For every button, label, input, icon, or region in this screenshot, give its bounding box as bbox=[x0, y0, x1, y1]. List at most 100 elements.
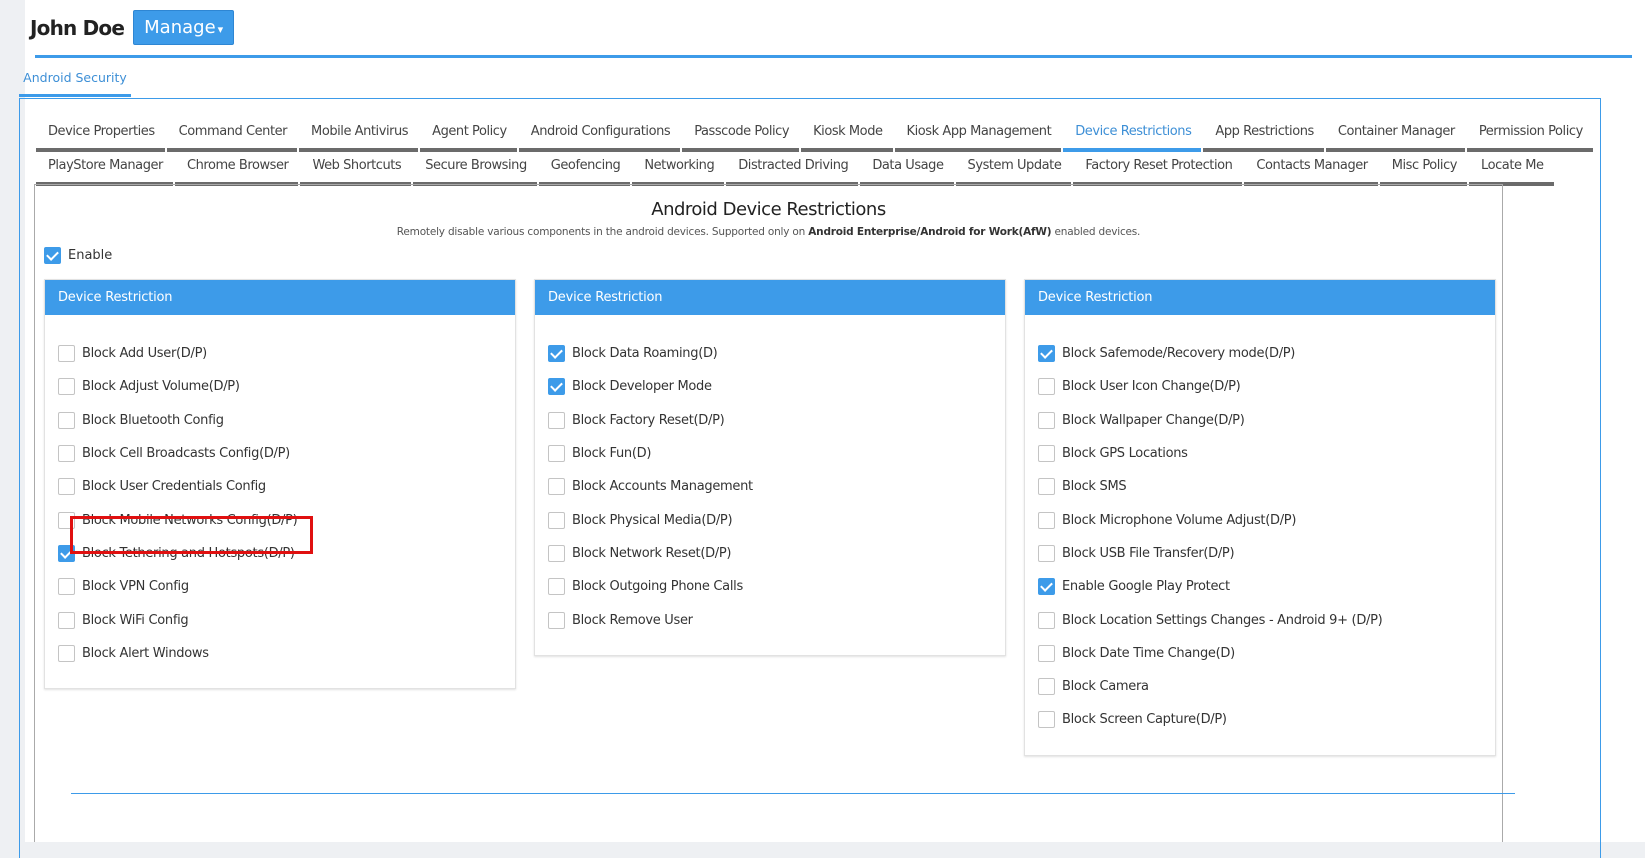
tab-geofencing[interactable]: Geofencing bbox=[538, 152, 631, 186]
checkbox-block-factory-reset-d-p[interactable] bbox=[548, 411, 565, 429]
item-label: Block Camera bbox=[1062, 679, 1149, 695]
checkbox-block-bluetooth-config[interactable] bbox=[58, 411, 75, 429]
restriction-item-block-microphone-volume-adjust-d-p: Block Microphone Volume Adjust(D/P) bbox=[1038, 503, 1495, 536]
checkbox-block-add-user-d-p[interactable] bbox=[58, 345, 75, 363]
tab-networking[interactable]: Networking bbox=[632, 152, 725, 186]
checkbox-block-alert-windows[interactable] bbox=[58, 644, 75, 662]
checkbox-block-adjust-volume-d-p[interactable] bbox=[58, 378, 75, 396]
caret-down-icon: ▾ bbox=[217, 23, 224, 36]
tab-chrome-browser[interactable]: Chrome Browser bbox=[174, 152, 299, 186]
checkbox-block-gps-locations[interactable] bbox=[1038, 445, 1055, 463]
panel-title: Device Restriction bbox=[535, 280, 1005, 315]
checkbox-block-camera[interactable] bbox=[1038, 678, 1055, 696]
tab-android-configurations[interactable]: Android Configurations bbox=[518, 118, 681, 152]
tab-system-update[interactable]: System Update bbox=[955, 152, 1072, 186]
checkbox-block-microphone-volume-adjust-d-p[interactable] bbox=[1038, 511, 1055, 529]
tab-agent-policy[interactable]: Agent Policy bbox=[420, 118, 517, 152]
tab-contacts-manager[interactable]: Contacts Manager bbox=[1244, 152, 1378, 186]
item-label: Block Screen Capture(D/P) bbox=[1062, 712, 1227, 728]
checkbox-block-data-roaming-d[interactable] bbox=[548, 345, 565, 363]
tab-web-shortcuts[interactable]: Web Shortcuts bbox=[300, 152, 412, 186]
tab-secure-browsing[interactable]: Secure Browsing bbox=[413, 152, 537, 186]
item-label: Enable Google Play Protect bbox=[1062, 579, 1230, 595]
item-label: Block User Credentials Config bbox=[82, 479, 266, 495]
restriction-item-block-screen-capture-d-p: Block Screen Capture(D/P) bbox=[1038, 703, 1495, 736]
item-label: Block Network Reset(D/P) bbox=[572, 545, 732, 561]
restriction-item-block-usb-file-transfer-d-p: Block USB File Transfer(D/P) bbox=[1038, 537, 1495, 570]
tab-misc-policy[interactable]: Misc Policy bbox=[1379, 152, 1468, 186]
restriction-item-block-alert-windows: Block Alert Windows bbox=[58, 637, 515, 670]
restriction-item-block-network-reset-d-p: Block Network Reset(D/P) bbox=[548, 537, 1005, 570]
checkbox-block-fun-d[interactable] bbox=[548, 445, 565, 463]
item-label: Block SMS bbox=[1062, 479, 1127, 495]
checkbox-block-safemode-recovery-mode-d-p[interactable] bbox=[1038, 345, 1055, 363]
restriction-item-block-sms: Block SMS bbox=[1038, 470, 1495, 503]
tab-distracted-driving[interactable]: Distracted Driving bbox=[726, 152, 859, 186]
tab-factory-reset-protection[interactable]: Factory Reset Protection bbox=[1073, 152, 1243, 186]
checkbox-block-usb-file-transfer-d-p[interactable] bbox=[1038, 544, 1055, 562]
panel-body: Block Add User(D/P) Block Adjust Volume(D… bbox=[45, 315, 515, 688]
checkbox-block-user-credentials-config[interactable] bbox=[58, 478, 75, 496]
checkbox-block-date-time-change-d[interactable] bbox=[1038, 644, 1055, 662]
item-label: Block GPS Locations bbox=[1062, 446, 1188, 462]
page-description: Remotely disable various components in t… bbox=[35, 226, 1502, 238]
checkbox-block-outgoing-phone-calls[interactable] bbox=[548, 578, 565, 596]
checkbox-block-network-reset-d-p[interactable] bbox=[548, 544, 565, 562]
item-label: Block Safemode/Recovery mode(D/P) bbox=[1062, 346, 1296, 362]
panel-title: Device Restriction bbox=[45, 280, 515, 315]
restriction-panel-1: Device Restriction Block Add User(D/P) Blo… bbox=[44, 279, 516, 689]
restriction-item-block-safemode-recovery-mode-d-p: Block Safemode/Recovery mode(D/P) bbox=[1038, 337, 1495, 370]
tab-passcode-policy[interactable]: Passcode Policy bbox=[682, 118, 800, 152]
checkbox-block-user-icon-change-d-p[interactable] bbox=[1038, 378, 1055, 396]
tab-kiosk-app-management[interactable]: Kiosk App Management bbox=[894, 118, 1062, 152]
item-label: Block Date Time Change(D) bbox=[1062, 645, 1235, 661]
item-label: Block User Icon Change(D/P) bbox=[1062, 379, 1241, 395]
checkbox-block-wallpaper-change-d-p[interactable] bbox=[1038, 411, 1055, 429]
checkbox-block-wifi-config[interactable] bbox=[58, 611, 75, 629]
restriction-item-block-vpn-config: Block VPN Config bbox=[58, 570, 515, 603]
tab-android-security[interactable]: Android Security bbox=[19, 65, 131, 97]
tab-permission-policy[interactable]: Permission Policy bbox=[1466, 118, 1593, 152]
checkbox-block-physical-media-d-p[interactable] bbox=[548, 511, 565, 529]
tab-kiosk-mode[interactable]: Kiosk Mode bbox=[801, 118, 893, 152]
tab-command-center[interactable]: Command Center bbox=[166, 118, 298, 152]
checkbox-block-screen-capture-d-p[interactable] bbox=[1038, 711, 1055, 729]
content-area: Android Device Restrictions Remotely dis… bbox=[34, 184, 1503, 842]
checkbox-block-tethering-and-hotspots-d-p[interactable] bbox=[58, 544, 75, 562]
item-label: Block Location Settings Changes - Androi… bbox=[1062, 612, 1383, 628]
tab-device-properties[interactable]: Device Properties bbox=[36, 118, 165, 152]
tab-locate-me[interactable]: Locate Me bbox=[1469, 152, 1554, 186]
checkbox-block-remove-user[interactable] bbox=[548, 611, 565, 629]
item-label: Block Factory Reset(D/P) bbox=[572, 412, 725, 428]
description-bold: Android Enterprise/Android for Work(AfW) bbox=[808, 226, 1052, 238]
restriction-item-block-add-user-d-p: Block Add User(D/P) bbox=[58, 337, 515, 370]
restriction-item-block-date-time-change-d: Block Date Time Change(D) bbox=[1038, 637, 1495, 670]
tab-container-manager[interactable]: Container Manager bbox=[1325, 118, 1465, 152]
item-label: Block Outgoing Phone Calls bbox=[572, 579, 743, 595]
restriction-item-block-outgoing-phone-calls: Block Outgoing Phone Calls bbox=[548, 570, 1005, 603]
item-label: Block Developer Mode bbox=[572, 379, 712, 395]
checkbox-block-developer-mode[interactable] bbox=[548, 378, 565, 396]
manage-button[interactable]: Manage ▾ bbox=[133, 10, 235, 45]
checkbox-block-sms[interactable] bbox=[1038, 478, 1055, 496]
checkbox-block-accounts-management[interactable] bbox=[548, 478, 565, 496]
item-label: Block Remove User bbox=[572, 612, 693, 628]
checkbox-enable-google-play-protect[interactable] bbox=[1038, 578, 1055, 596]
tab-app-restrictions[interactable]: App Restrictions bbox=[1203, 118, 1324, 152]
restriction-item-block-wallpaper-change-d-p: Block Wallpaper Change(D/P) bbox=[1038, 404, 1495, 437]
tab-playstore-manager[interactable]: PlayStore Manager bbox=[36, 152, 173, 186]
checkbox-block-cell-broadcasts-config-d-p[interactable] bbox=[58, 445, 75, 463]
restriction-item-block-remove-user: Block Remove User bbox=[548, 603, 1005, 636]
checkbox-block-mobile-networks-config-d-p[interactable] bbox=[58, 511, 75, 529]
checkbox-block-location-settings-changes-android-9-d-p[interactable] bbox=[1038, 611, 1055, 629]
header-divider bbox=[35, 55, 1632, 58]
enable-checkbox[interactable] bbox=[44, 247, 61, 264]
checkbox-block-vpn-config[interactable] bbox=[58, 578, 75, 596]
tab-data-usage[interactable]: Data Usage bbox=[860, 152, 954, 186]
subtabs-row-2: PlayStore Manager Chrome Browser Web Short… bbox=[36, 152, 1586, 186]
tab-mobile-antivirus[interactable]: Mobile Antivirus bbox=[299, 118, 419, 152]
item-label: Block Adjust Volume(D/P) bbox=[82, 379, 240, 395]
description-text: Remotely disable various components in t… bbox=[396, 226, 809, 238]
user-name: John Doe bbox=[30, 15, 125, 40]
tab-device-restrictions[interactable]: Device Restrictions bbox=[1063, 118, 1202, 152]
